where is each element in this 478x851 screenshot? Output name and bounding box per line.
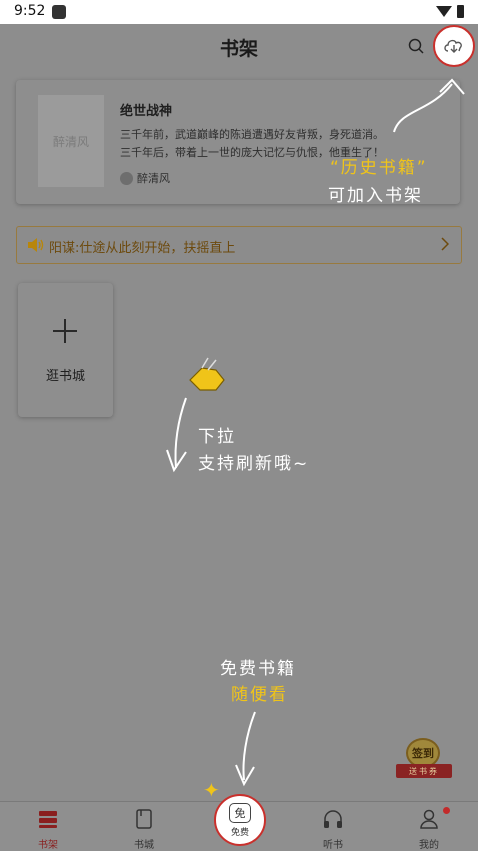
tab-label: 书城 <box>134 840 154 851</box>
notification-icon <box>52 5 66 19</box>
status-bar: 9:52 <box>0 0 478 24</box>
signin-badge[interactable]: 签到 送书券 <box>392 738 456 784</box>
notice-banner[interactable]: 阳谋:仕途从此刻开始，扶摇直上 <box>16 226 462 264</box>
history-hint-line2: 可加入书架 <box>328 186 423 206</box>
speaker-icon <box>28 238 44 252</box>
cloud-history-button[interactable] <box>433 25 475 67</box>
browse-store-tile[interactable]: 逛书城 <box>18 283 113 417</box>
notice-text: 阳谋:仕途从此刻开始，扶摇直上 <box>49 241 236 256</box>
free-icon: 免 <box>229 802 251 823</box>
pointing-hand-icon <box>189 357 225 391</box>
free-hint-line1: 免费书籍 <box>220 659 296 679</box>
browse-store-label: 逛书城 <box>45 369 85 384</box>
page-title: 书架 <box>219 38 258 60</box>
plus-icon-bar <box>53 330 77 332</box>
pull-hint-line1: 下拉 <box>198 427 236 447</box>
wifi-icon <box>436 6 452 17</box>
signin-ribbon: 送书券 <box>396 764 452 778</box>
bookshelf-icon <box>39 811 57 828</box>
free-hint-line2: 随便看 <box>231 685 288 705</box>
history-hint-line1: “历史书籍” <box>330 158 428 178</box>
author-icon <box>120 171 133 185</box>
status-time: 9:52 <box>14 3 46 19</box>
profile-icon <box>420 809 438 829</box>
chevron-right-icon <box>441 237 449 251</box>
tab-bookstore[interactable]: 书城 <box>114 808 174 851</box>
bookstore-icon <box>136 809 152 829</box>
tab-label: 听书 <box>323 840 343 851</box>
tab-label: 书架 <box>38 840 58 851</box>
notification-dot <box>443 807 450 814</box>
author-name: 醉清风 <box>137 172 170 185</box>
tab-bookshelf[interactable]: 书架 <box>18 808 78 851</box>
tab-label: 我的 <box>419 840 439 851</box>
tab-free[interactable]: 免 免费 <box>214 794 266 846</box>
book-cover: 醉清风 <box>38 95 104 187</box>
book-title: 绝世战神 <box>120 104 173 119</box>
tab-profile[interactable]: 我的 <box>399 808 459 851</box>
book-cover-text: 醉清风 <box>52 134 89 149</box>
search-icon[interactable] <box>408 38 424 54</box>
top-bar: 书架 <box>0 24 478 72</box>
tab-label: 免费 <box>230 827 249 838</box>
headphones-icon <box>324 810 342 828</box>
battery-icon <box>457 5 464 18</box>
pull-hint-line2: 支持刷新哦~ <box>198 454 310 474</box>
cloud-download-icon <box>444 39 462 53</box>
book-desc-line: 三千年前，武道巅峰的陈逍遭遇好友背叛，身死道消。 <box>120 128 384 141</box>
tab-audiobook[interactable]: 听书 <box>303 808 363 851</box>
book-author: 醉清风 <box>120 170 170 186</box>
sparkle-icon: ✦ <box>203 778 220 802</box>
